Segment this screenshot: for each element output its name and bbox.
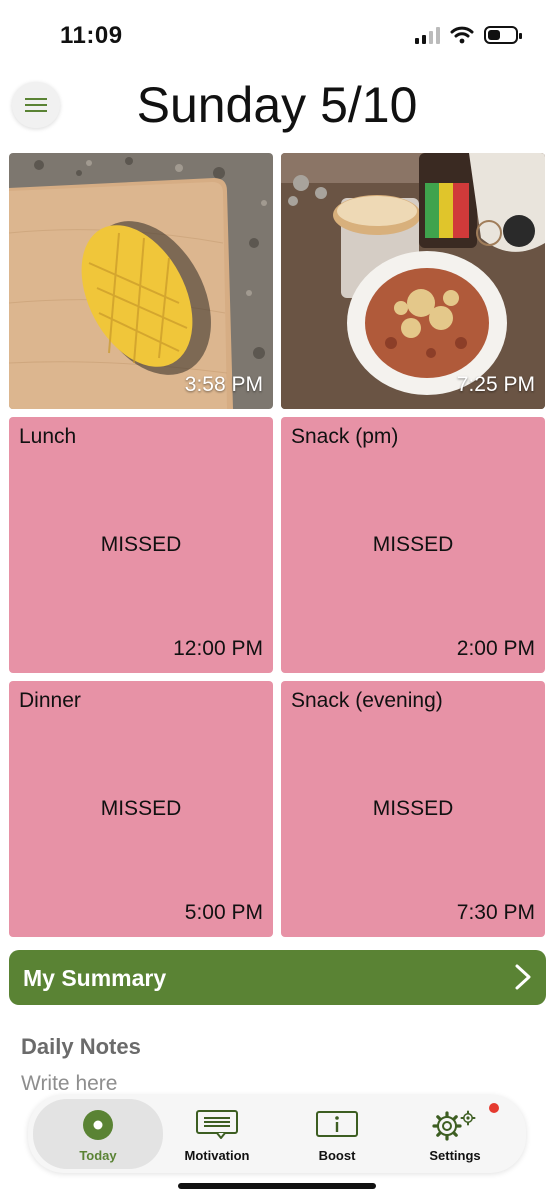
settings-icon [432, 1110, 476, 1141]
cellular-signal-icon [415, 26, 440, 44]
status-icons [415, 26, 522, 44]
my-summary-button[interactable]: My Summary [9, 950, 546, 1005]
mango-photo [9, 153, 273, 409]
boost-icon [316, 1111, 358, 1137]
tab-bar: Today Motivation Boost Settings [28, 1095, 526, 1173]
meal-label: Snack (evening) [291, 689, 443, 712]
tab-settings[interactable]: Settings [396, 1099, 514, 1169]
meal-time: 12:00 PM [173, 637, 263, 660]
meal-status: MISSED [100, 797, 182, 820]
meal-label: Dinner [19, 689, 81, 712]
daily-notes-input[interactable] [21, 1072, 501, 1096]
photo-time: 3:58 PM [184, 373, 263, 396]
photo-time: 7:25 PM [456, 373, 535, 396]
tab-label: Today [79, 1148, 117, 1163]
tab-label: Motivation [184, 1148, 250, 1163]
meal-time: 5:00 PM [184, 901, 263, 924]
tab-label: Boost [318, 1148, 356, 1163]
meal-status: MISSED [372, 797, 454, 820]
tab-motivation[interactable]: Motivation [158, 1099, 276, 1169]
meal-tile-snack-evening[interactable]: Snack (evening) MISSED 7:30 PM [281, 681, 545, 937]
meal-time: 2:00 PM [456, 637, 535, 660]
meal-status: MISSED [100, 533, 182, 556]
daily-notes-title: Daily Notes [21, 1034, 141, 1059]
battery-icon [484, 26, 522, 44]
page-title: Sunday 5/10 [136, 77, 418, 133]
meal-tile-snack-pm[interactable]: Snack (pm) MISSED 2:00 PM [281, 417, 545, 673]
motivation-icon [196, 1110, 238, 1139]
meal-label: Snack (pm) [291, 425, 399, 448]
pasta-photo [281, 153, 545, 409]
meal-tile-lunch[interactable]: Lunch MISSED 12:00 PM [9, 417, 273, 673]
notification-badge [489, 1103, 499, 1113]
chevron-right-icon [515, 964, 531, 990]
home-indicator [178, 1183, 376, 1189]
meal-label: Lunch [19, 425, 77, 448]
tab-boost[interactable]: Boost [278, 1099, 396, 1169]
meal-tile-dinner[interactable]: Dinner MISSED 5:00 PM [9, 681, 273, 937]
summary-label: My Summary [23, 965, 167, 991]
tab-label: Settings [429, 1148, 481, 1163]
photo-tile-mango[interactable]: 3:58 PM [9, 153, 273, 409]
status-time: 11:09 [60, 22, 123, 49]
today-icon [83, 1110, 113, 1140]
photo-tile-pasta[interactable]: 7:25 PM [281, 153, 545, 409]
tab-today[interactable]: Today [33, 1099, 163, 1169]
wifi-icon [450, 26, 474, 44]
meal-time: 7:30 PM [456, 901, 535, 924]
meal-status: MISSED [372, 533, 454, 556]
